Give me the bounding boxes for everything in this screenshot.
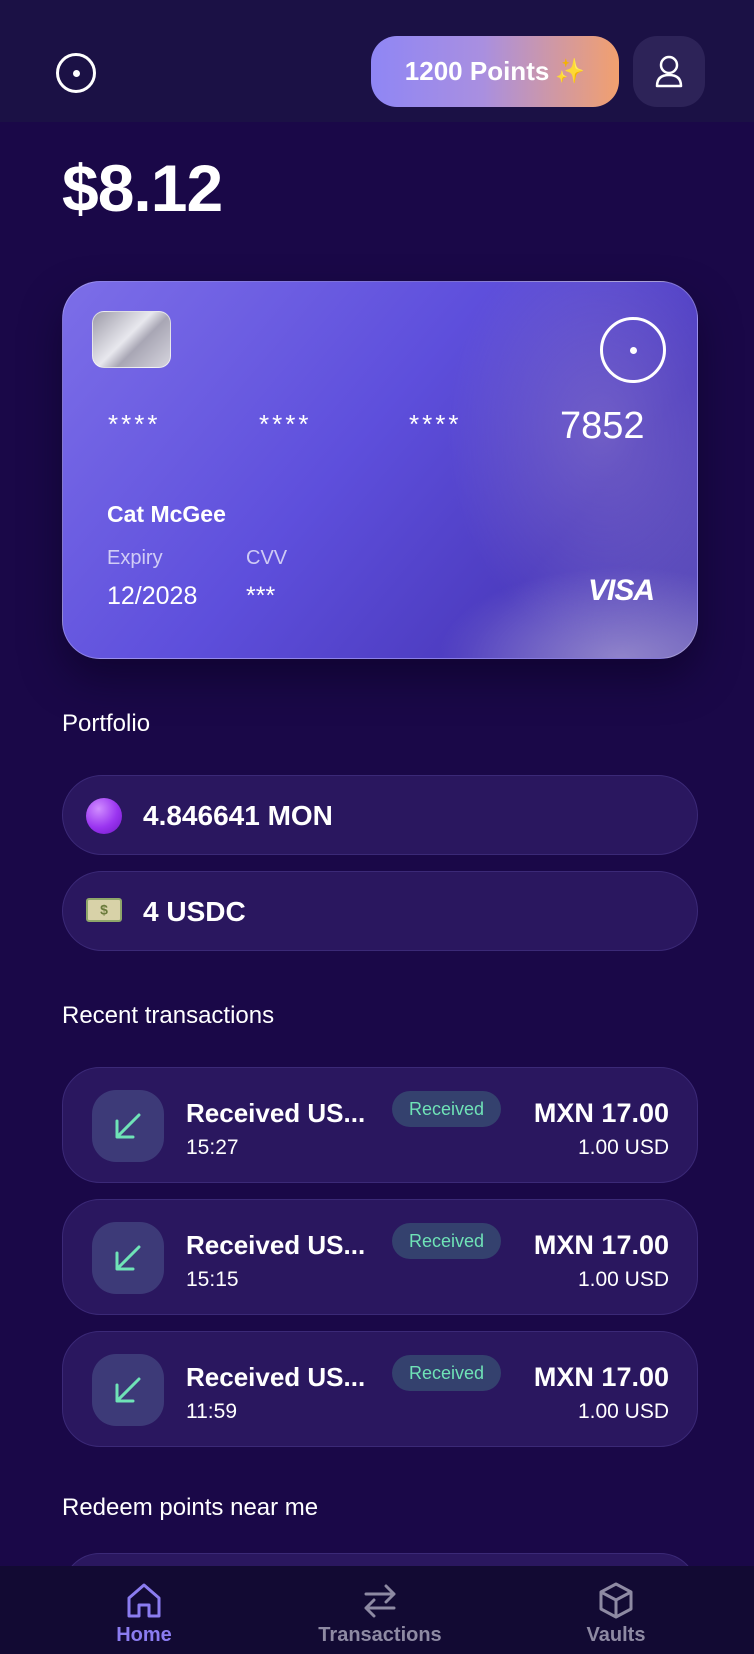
status-badge: Received — [392, 1355, 501, 1391]
top-bar: 1200 Points ✨ — [0, 0, 754, 122]
transaction-usd-amount: 1.00 USD — [577, 1268, 669, 1291]
portfolio-title: Portfolio — [62, 710, 151, 737]
recent-transactions-title: Recent transactions — [62, 1002, 275, 1029]
portfolio-item-label: 4.846641 MON — [143, 800, 333, 831]
balance-amount: $8.12 — [62, 151, 223, 225]
arrow-down-left-icon — [92, 1222, 164, 1294]
nav-label: Vaults — [586, 1624, 646, 1646]
transaction-usd-amount: 1.00 USD — [577, 1136, 669, 1159]
portfolio-item-usdc[interactable]: 4 USDC — [62, 871, 698, 951]
visa-logo: VISA — [588, 574, 655, 607]
card-last-four: 7852 — [560, 405, 645, 447]
redeem-points-title: Redeem points near me — [62, 1494, 319, 1521]
transaction-time: 15:15 — [186, 1268, 239, 1291]
nav-label: Home — [116, 1624, 172, 1646]
card-chip-icon — [92, 311, 171, 368]
card-number-group: **** — [108, 409, 161, 439]
transaction-usd-amount: 1.00 USD — [577, 1400, 669, 1423]
cash-icon — [86, 898, 122, 922]
points-button[interactable]: 1200 Points ✨ — [371, 36, 619, 107]
portfolio-item-mon[interactable]: 4.846641 MON — [62, 775, 698, 855]
status-badge: Received — [392, 1091, 501, 1127]
bottom-navigation: Home Transactions Vaults — [0, 1566, 754, 1654]
cvv-label: CVV — [246, 547, 288, 569]
card-number-group: **** — [259, 409, 312, 439]
points-label: 1200 Points — [404, 56, 550, 86]
portfolio-item-label: 4 USDC — [143, 896, 246, 927]
swap-arrows-icon — [364, 1584, 396, 1618]
status-badge: Received — [392, 1223, 501, 1259]
card-holder-name: Cat McGee — [107, 501, 226, 527]
arrow-down-left-icon — [92, 1354, 164, 1426]
app-logo-icon[interactable] — [56, 53, 96, 93]
transaction-title: Received US... — [186, 1230, 366, 1260]
card-number-group: **** — [409, 409, 462, 439]
transaction-amount: MXN 17.00 — [533, 1362, 669, 1392]
nav-vaults[interactable]: Vaults — [516, 1566, 716, 1654]
sparkle-icon: ✨ — [555, 58, 586, 85]
purple-coin-icon — [86, 798, 122, 834]
profile-button[interactable] — [633, 36, 705, 107]
transaction-row[interactable]: Received US... 15:27 Received MXN 17.00 … — [62, 1067, 698, 1183]
card-brand-logo-icon — [600, 317, 666, 383]
transaction-amount: MXN 17.00 — [533, 1230, 669, 1260]
transaction-amount: MXN 17.00 — [533, 1098, 669, 1128]
home-icon — [127, 1583, 161, 1618]
cvv-value: *** — [246, 582, 276, 610]
nav-transactions[interactable]: Transactions — [280, 1566, 480, 1654]
nav-home[interactable]: Home — [44, 1566, 244, 1654]
cube-icon — [599, 1582, 633, 1619]
transaction-title: Received US... — [186, 1098, 366, 1128]
expiry-value: 12/2028 — [107, 582, 198, 610]
transaction-time: 15:27 — [186, 1136, 239, 1159]
expiry-label: Expiry — [107, 547, 163, 569]
arrow-down-left-icon — [92, 1090, 164, 1162]
user-icon — [655, 55, 683, 88]
nav-label: Transactions — [318, 1624, 442, 1646]
transaction-title: Received US... — [186, 1362, 366, 1392]
transaction-row[interactable]: Received US... 15:15 Received MXN 17.00 … — [62, 1199, 698, 1315]
transaction-row[interactable]: Received US... 11:59 Received MXN 17.00 … — [62, 1331, 698, 1447]
payment-card[interactable]: **** **** **** 7852 Cat McGee Expiry 12/… — [62, 281, 698, 659]
transaction-time: 11:59 — [186, 1400, 237, 1423]
